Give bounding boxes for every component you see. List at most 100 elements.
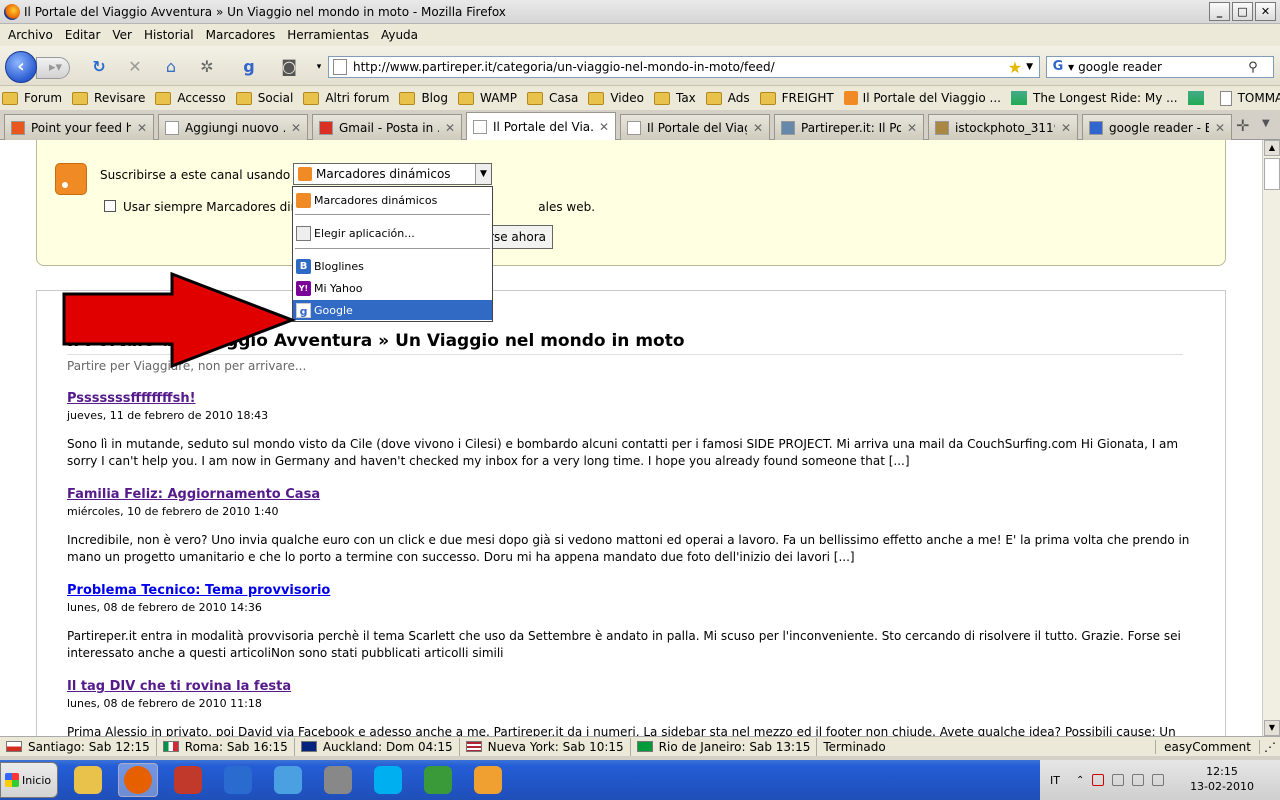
close-tab-icon[interactable]: ✕: [445, 121, 455, 135]
taskbar-app[interactable]: [368, 763, 408, 797]
easycomment-addon[interactable]: easyComment: [1155, 739, 1260, 754]
clock[interactable]: 12:15 13-02-2010: [1190, 764, 1254, 794]
always-use-checkbox[interactable]: [104, 200, 116, 212]
new-tab-icon[interactable]: ✛: [1236, 116, 1249, 135]
back-button[interactable]: ‹: [5, 51, 37, 83]
close-tab-icon[interactable]: ✕: [753, 121, 763, 135]
close-tab-icon[interactable]: ✕: [1215, 121, 1225, 135]
taskbar-app[interactable]: [218, 763, 258, 797]
home-icon[interactable]: ⌂: [160, 56, 182, 78]
bookmark-1[interactable]: Revisare: [72, 91, 145, 105]
language-indicator[interactable]: IT: [1050, 774, 1060, 787]
option-google[interactable]: g Google: [293, 300, 492, 320]
google-search-engine-icon[interactable]: G: [1050, 59, 1066, 75]
bookmark-3[interactable]: Social: [235, 91, 293, 105]
tab-4[interactable]: Il Portale del Viag... ✕: [620, 114, 770, 140]
menu-marcadores[interactable]: Marcadores: [200, 28, 282, 42]
url-text[interactable]: http://www.partireper.it/categoria/un-vi…: [353, 60, 1008, 74]
taskbar-app[interactable]: [418, 763, 458, 797]
signal-icon[interactable]: [1152, 774, 1165, 786]
taskbar-app[interactable]: [118, 763, 158, 797]
tab-6[interactable]: istockphoto_3119... ✕: [928, 114, 1078, 140]
bookmark-15[interactable]: TOMMASO PINI: [1219, 90, 1280, 106]
tab-list-icon[interactable]: ▼: [1262, 118, 1270, 129]
tab-0[interactable]: Point your feed h... ✕: [4, 114, 154, 140]
world-clock[interactable]: Santiago: Sab 12:15: [0, 737, 157, 756]
close-tab-icon[interactable]: ✕: [599, 120, 609, 134]
bookmark-7[interactable]: Casa: [527, 91, 578, 105]
bookmark-2[interactable]: Accesso: [155, 91, 226, 105]
bookmark-8[interactable]: Video: [588, 91, 644, 105]
maximize-button[interactable]: □: [1232, 2, 1253, 21]
close-tab-icon[interactable]: ✕: [137, 121, 147, 135]
chevron-down-icon[interactable]: ▼: [475, 164, 491, 184]
scroll-up-icon[interactable]: ▲: [1264, 140, 1280, 156]
option-bloglines[interactable]: B Bloglines: [293, 256, 492, 276]
menu-herramientas[interactable]: Herramientas: [281, 28, 375, 42]
tab-1[interactable]: Aggiungi nuovo ... ✕: [158, 114, 308, 140]
scroll-thumb[interactable]: [1264, 158, 1280, 190]
tray-expand-icon[interactable]: ⌃: [1076, 775, 1084, 786]
bookmark-14[interactable]: [1187, 91, 1210, 105]
scroll-down-icon[interactable]: ▼: [1264, 720, 1280, 736]
menu-editar[interactable]: Editar: [59, 28, 107, 42]
bookmark-10[interactable]: Ads: [705, 91, 750, 105]
stop-icon[interactable]: ✕: [124, 56, 146, 78]
search-bar[interactable]: G ▼ ⚲: [1046, 56, 1274, 78]
close-tab-icon[interactable]: ✕: [291, 121, 301, 135]
tab-3[interactable]: Il Portale del Via... ✕: [466, 112, 616, 140]
start-button[interactable]: Inicio: [0, 762, 58, 798]
close-tab-icon[interactable]: ✕: [1061, 121, 1071, 135]
search-input[interactable]: [1078, 60, 1249, 74]
menu-ayuda[interactable]: Ayuda: [375, 28, 424, 42]
search-icon[interactable]: ⚲: [1248, 60, 1258, 75]
camera-dropdown-icon[interactable]: ▾: [308, 56, 330, 78]
entry-title-link[interactable]: Problema Tecnico: Tema provvisorio: [67, 583, 1197, 598]
url-bar[interactable]: http://www.partireper.it/categoria/un-vi…: [328, 56, 1040, 78]
option-elegir-aplicacion[interactable]: Elegir aplicación...: [293, 223, 492, 243]
bookmark-11[interactable]: FREIGHT: [759, 91, 834, 105]
security-icon[interactable]: [1092, 774, 1105, 786]
taskbar-app[interactable]: [268, 763, 308, 797]
option-marcadores[interactable]: Marcadores dinámicos: [293, 190, 492, 210]
close-tab-icon[interactable]: ✕: [907, 121, 917, 135]
bookmark-12[interactable]: Il Portale del Viaggio ...: [843, 91, 1001, 105]
bookmark-13[interactable]: The Longest Ride: My ...: [1010, 91, 1178, 105]
taskbar-app[interactable]: [168, 763, 208, 797]
taskbar-app[interactable]: [318, 763, 358, 797]
search-engine-dropdown-icon[interactable]: ▼: [1068, 63, 1074, 72]
entry-title-link[interactable]: Psssssssffffffffsh!: [67, 391, 1197, 406]
taskbar-app[interactable]: [68, 763, 108, 797]
google-toolbar-icon[interactable]: g: [238, 56, 260, 78]
entry-title-link[interactable]: Familia Feliz: Aggiornamento Casa: [67, 487, 1197, 502]
volume-icon[interactable]: [1132, 774, 1145, 786]
tab-7[interactable]: google reader - B... ✕: [1082, 114, 1232, 140]
camera-icon[interactable]: ◙: [278, 56, 300, 78]
tab-5[interactable]: Partireper.it: Il Po... ✕: [774, 114, 924, 140]
world-clock[interactable]: Rio de Janeiro: Sab 13:15: [631, 737, 818, 756]
forward-button[interactable]: ▸▾: [36, 57, 70, 79]
bookmark-0[interactable]: Forum: [2, 91, 62, 105]
bookmark-4[interactable]: Altri forum: [303, 91, 389, 105]
menu-ver[interactable]: Ver: [106, 28, 138, 42]
bookmark-9[interactable]: Tax: [653, 91, 696, 105]
option-mi-yahoo[interactable]: Y! Mi Yahoo: [293, 278, 492, 298]
tab-2[interactable]: Gmail - Posta in ... ✕: [312, 114, 462, 140]
menu-historial[interactable]: Historial: [138, 28, 200, 42]
entry-title-link[interactable]: Il tag DIV che ti rovina la festa: [67, 679, 1197, 694]
world-clock[interactable]: Roma: Sab 16:15: [157, 737, 295, 756]
vertical-scrollbar[interactable]: ▲ ▼: [1262, 140, 1280, 736]
bookmark-6[interactable]: WAMP: [457, 91, 517, 105]
menu-archivo[interactable]: Archivo: [2, 28, 59, 42]
url-dropdown-icon[interactable]: ▼: [1026, 62, 1033, 72]
taskbar-app[interactable]: [468, 763, 508, 797]
close-button[interactable]: ✕: [1255, 2, 1276, 21]
extension-icon[interactable]: ✲: [196, 56, 218, 78]
world-clock[interactable]: Nueva York: Sab 10:15: [460, 737, 631, 756]
bookmark-star-icon[interactable]: ★: [1008, 58, 1022, 77]
resize-grip-icon[interactable]: ⋰: [1260, 740, 1280, 754]
bookmark-5[interactable]: Blog: [399, 91, 448, 105]
reader-select[interactable]: Marcadores dinámicos ▼: [293, 163, 492, 185]
network-icon[interactable]: [1112, 774, 1125, 786]
reload-icon[interactable]: ↻: [88, 56, 110, 78]
